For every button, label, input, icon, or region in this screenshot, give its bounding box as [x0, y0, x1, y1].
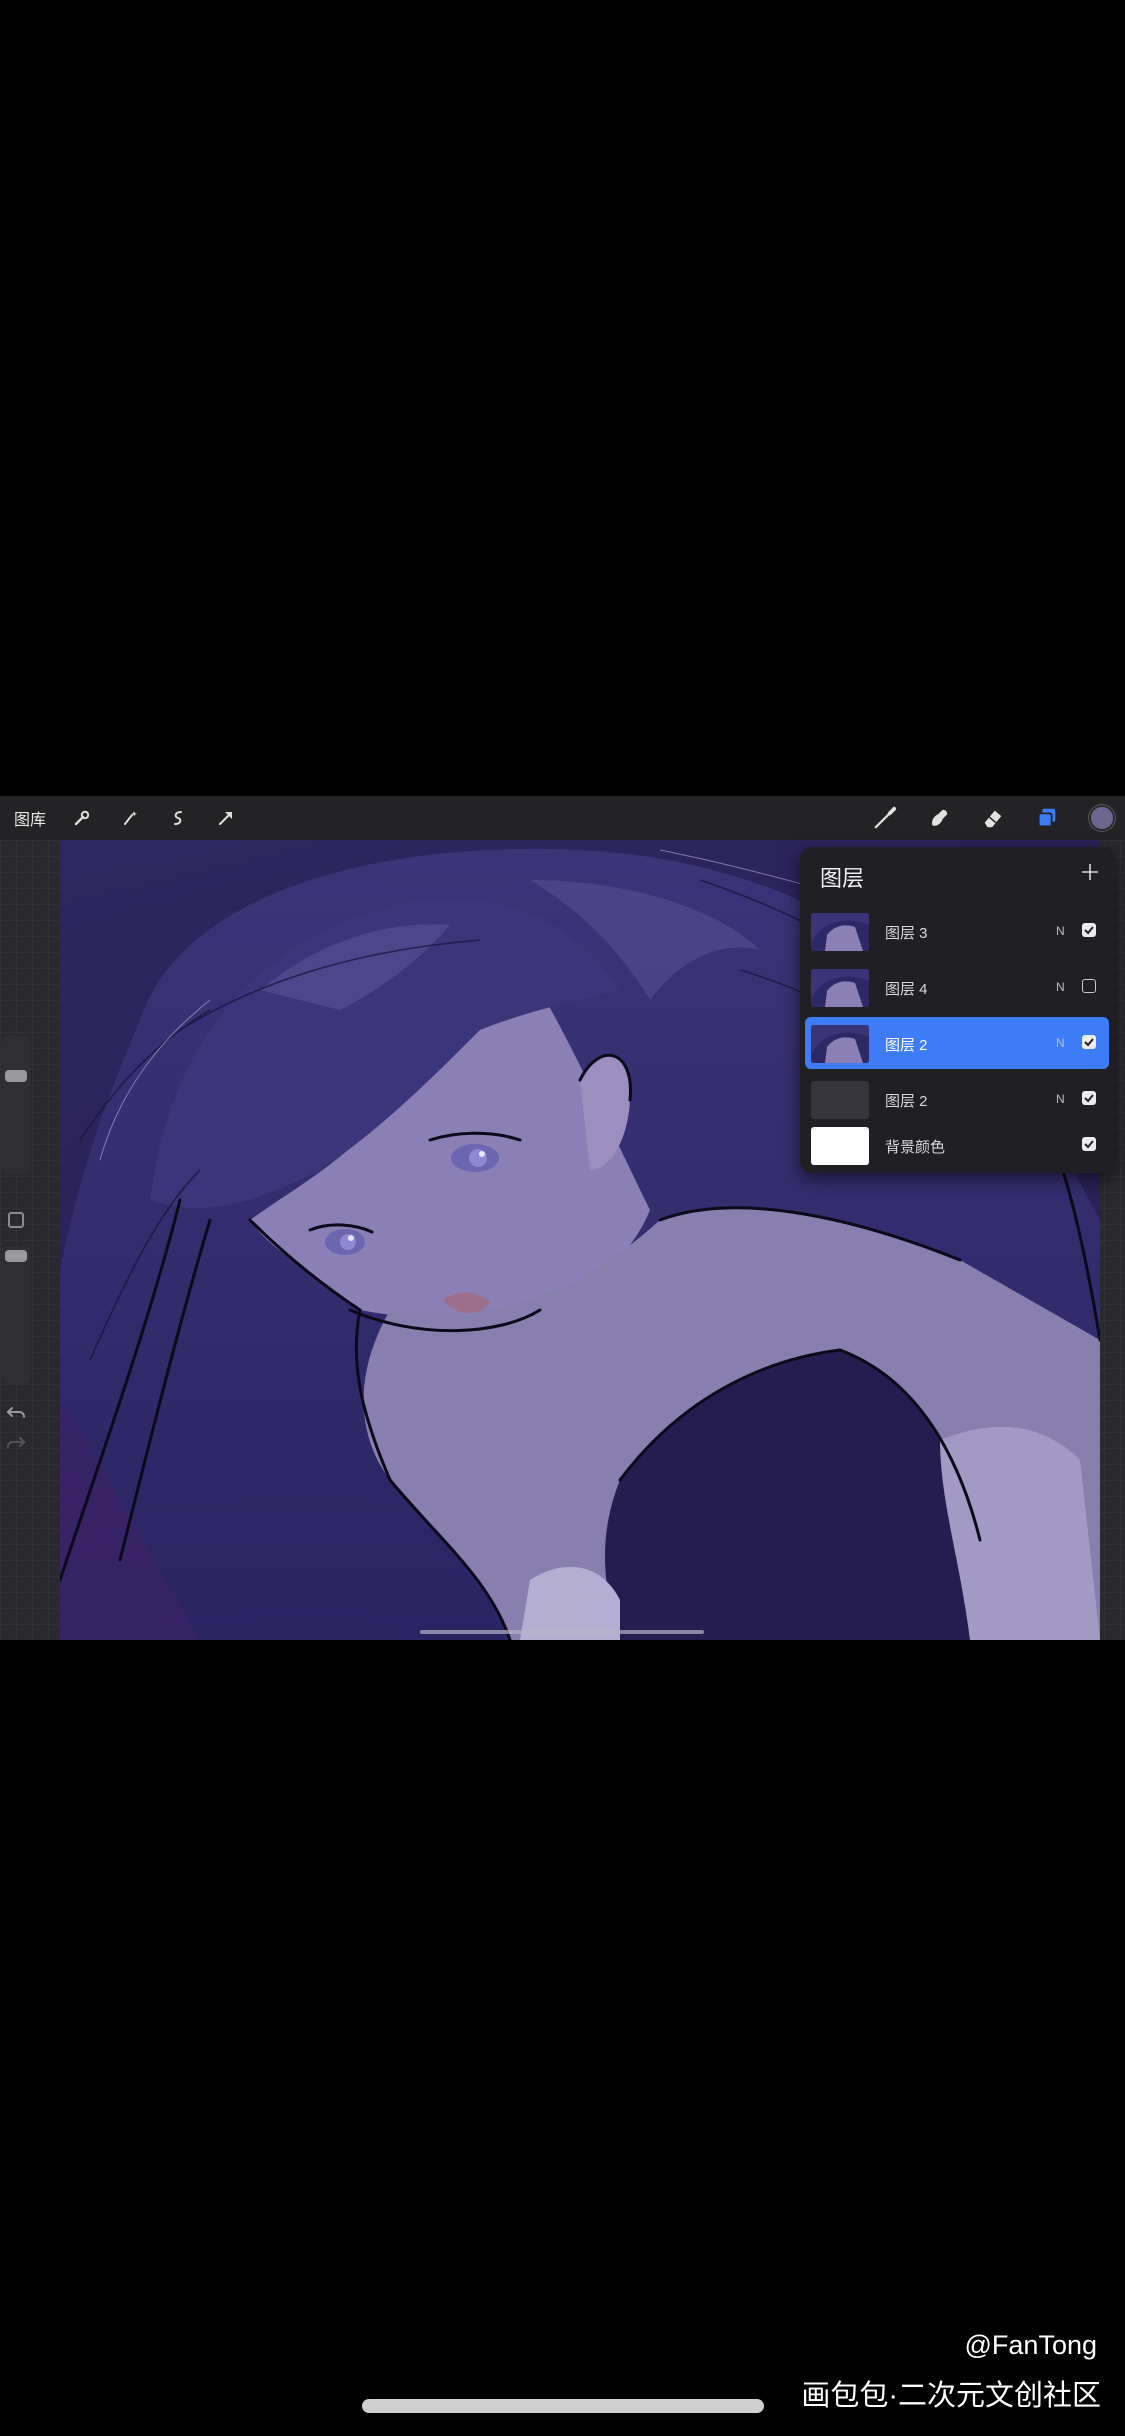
layer-visibility-checkbox[interactable] — [1082, 1091, 1096, 1105]
layer-visibility-checkbox[interactable] — [1082, 923, 1096, 937]
procreate-ipad-screen: 图库 图层 图层 3 N 图层 4 N 图层 2 N 图层 2 N 背景颜色 — [0, 796, 1125, 1640]
gallery-button[interactable]: 图库 — [14, 806, 46, 830]
layer-name: 图层 4 — [885, 981, 928, 998]
watermark-site: 画包包·二次元文创社区 — [801, 2380, 1101, 2412]
brush-size-slider[interactable] — [2, 1036, 30, 1174]
brush-icon[interactable] — [873, 806, 897, 830]
layer-row-selected[interactable]: 图层 2 N — [805, 1017, 1109, 1069]
blend-mode-button[interactable]: N — [1056, 1092, 1065, 1106]
wrench-icon[interactable] — [70, 806, 94, 830]
layer-row[interactable]: 图层 2 N — [805, 1073, 1109, 1125]
layer-name: 图层 3 — [885, 925, 928, 942]
top-toolbar: 图库 — [0, 796, 1125, 840]
layer-visibility-checkbox[interactable] — [1082, 1137, 1096, 1151]
layer-name: 图层 2 — [885, 1037, 928, 1054]
phone-home-indicator[interactable] — [362, 2399, 764, 2413]
undo-icon[interactable] — [4, 1400, 28, 1424]
toolbar-left-group: 图库 — [14, 796, 238, 840]
redo-icon[interactable] — [4, 1430, 28, 1454]
toolbar-right-group — [873, 796, 1115, 840]
ipad-home-indicator — [420, 1630, 704, 1634]
current-color-swatch[interactable] — [1089, 805, 1115, 831]
layer-visibility-checkbox[interactable] — [1082, 979, 1096, 993]
layer-thumbnail — [811, 913, 869, 951]
brush-size-thumb[interactable] — [5, 1070, 27, 1082]
transform-arrow-icon[interactable] — [214, 806, 238, 830]
left-sidebar — [0, 1036, 32, 1456]
layer-row-background[interactable]: 背景颜色 — [805, 1119, 1109, 1171]
layer-row[interactable]: 图层 4 N — [805, 961, 1109, 1013]
blend-mode-button[interactable]: N — [1056, 924, 1065, 938]
layer-visibility-checkbox[interactable] — [1082, 1035, 1096, 1049]
modify-button[interactable] — [8, 1212, 24, 1228]
watermark-author: @FanTong — [964, 2330, 1097, 2360]
layer-name: 背景颜色 — [885, 1139, 946, 1156]
layer-thumbnail — [811, 969, 869, 1007]
layer-thumbnail — [811, 1127, 869, 1165]
layers-panel-header: 图层 — [800, 847, 1115, 899]
layer-thumbnail — [811, 1025, 869, 1063]
opacity-slider[interactable] — [2, 1246, 30, 1384]
opacity-thumb[interactable] — [5, 1250, 27, 1262]
blend-mode-button[interactable]: N — [1056, 1036, 1065, 1050]
layers-icon[interactable] — [1035, 806, 1059, 830]
smudge-icon[interactable] — [927, 806, 951, 830]
layer-thumbnail — [811, 1081, 869, 1119]
selection-icon[interactable] — [166, 806, 190, 830]
layers-panel: 图层 图层 3 N 图层 4 N 图层 2 N 图层 2 N 背景颜色 — [800, 847, 1115, 1173]
layer-name: 图层 2 — [885, 1093, 928, 1110]
blend-mode-button[interactable]: N — [1056, 980, 1065, 994]
layer-row[interactable]: 图层 3 N — [805, 905, 1109, 957]
magic-wand-icon[interactable] — [118, 806, 142, 830]
plus-icon[interactable] — [1081, 863, 1099, 881]
eraser-icon[interactable] — [981, 806, 1005, 830]
layers-panel-title: 图层 — [820, 866, 865, 891]
